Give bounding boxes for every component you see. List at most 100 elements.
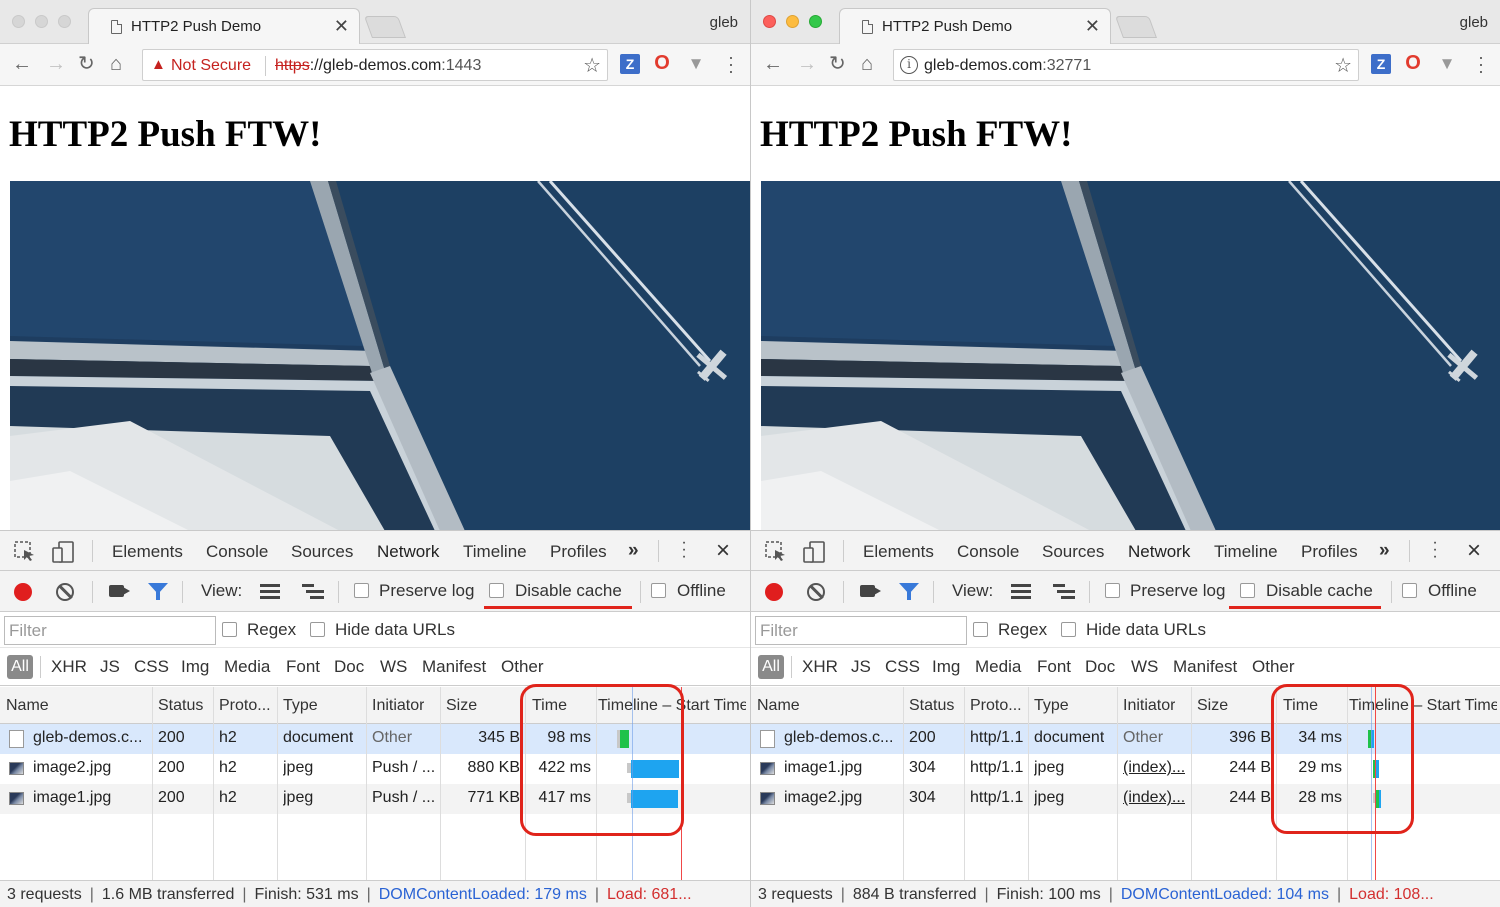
zotero-extension-icon[interactable]: Z (620, 54, 640, 74)
col-size[interactable]: Size (1197, 697, 1228, 715)
inspect-element-icon[interactable] (765, 541, 787, 561)
regex-label[interactable]: Regex (998, 620, 1047, 640)
type-other[interactable]: Other (501, 657, 544, 677)
back-icon[interactable]: ← (763, 53, 783, 75)
type-doc[interactable]: Doc (1085, 657, 1115, 677)
disable-cache-checkbox[interactable] (489, 583, 504, 598)
home-icon[interactable]: ⌂ (110, 53, 122, 75)
preserve-log-label[interactable]: Preserve log (1130, 581, 1225, 601)
close-window-button[interactable] (763, 15, 776, 28)
tab-profiles[interactable]: Profiles (1301, 542, 1358, 562)
bookmark-star-icon[interactable]: ☆ (1334, 53, 1352, 78)
col-protocol[interactable]: Proto... (970, 697, 1022, 715)
offline-checkbox[interactable] (1402, 583, 1417, 598)
device-toolbar-icon[interactable] (52, 541, 76, 563)
type-font[interactable]: Font (1037, 657, 1071, 677)
col-status[interactable]: Status (158, 697, 203, 715)
close-window-button[interactable] (12, 15, 25, 28)
type-all[interactable]: All (758, 655, 784, 679)
type-doc[interactable]: Doc (334, 657, 364, 677)
regex-label[interactable]: Regex (247, 620, 296, 640)
browser-tab[interactable]: HTTP2 Push Demo ✕ (88, 8, 360, 45)
reload-icon[interactable]: ↻ (78, 53, 95, 75)
filter-funnel-icon[interactable] (899, 583, 919, 600)
filter-funnel-icon[interactable] (148, 583, 168, 600)
tab-sources[interactable]: Sources (1042, 542, 1104, 562)
hide-data-urls-label[interactable]: Hide data URLs (1086, 620, 1206, 640)
overview-icon[interactable] (1053, 584, 1075, 599)
inspect-element-icon[interactable] (14, 541, 36, 561)
col-name[interactable]: Name (6, 697, 49, 715)
more-tabs-icon[interactable]: » (628, 540, 639, 562)
type-media[interactable]: Media (975, 657, 1021, 677)
col-size[interactable]: Size (446, 697, 477, 715)
devtools-menu-icon[interactable]: · · · (1432, 535, 1438, 565)
zoom-window-button[interactable] (58, 15, 71, 28)
minimize-window-button[interactable] (35, 15, 48, 28)
disable-cache-checkbox[interactable] (1240, 583, 1255, 598)
tab-profiles[interactable]: Profiles (550, 542, 607, 562)
tab-close-icon[interactable]: ✕ (334, 16, 349, 37)
disable-cache-label[interactable]: Disable cache (1266, 581, 1373, 601)
tab-sources[interactable]: Sources (291, 542, 353, 562)
col-protocol[interactable]: Proto... (219, 697, 271, 715)
disable-cache-label[interactable]: Disable cache (515, 581, 622, 601)
devtools-menu-icon[interactable]: · · · (681, 535, 687, 565)
offline-label[interactable]: Offline (677, 581, 726, 601)
tab-elements[interactable]: Elements (112, 542, 183, 562)
tab-elements[interactable]: Elements (863, 542, 934, 562)
profile-name[interactable]: gleb (710, 14, 738, 31)
hide-data-urls-checkbox[interactable] (310, 622, 325, 637)
type-other[interactable]: Other (1252, 657, 1295, 677)
vue-extension-icon[interactable]: ▼ (1437, 54, 1457, 74)
zotero-extension-icon[interactable]: Z (1371, 54, 1391, 74)
tab-console[interactable]: Console (206, 542, 268, 562)
type-js[interactable]: JS (100, 657, 120, 677)
close-devtools-icon[interactable]: × (1467, 537, 1481, 565)
bookmark-star-icon[interactable]: ☆ (583, 53, 601, 78)
col-initiator[interactable]: Initiator (372, 697, 424, 715)
opera-extension-icon[interactable]: O (1403, 53, 1423, 74)
forward-icon[interactable]: → (797, 53, 817, 75)
overview-icon[interactable] (302, 584, 324, 599)
tab-network[interactable]: Network (1117, 542, 1203, 573)
opera-extension-icon[interactable]: O (652, 53, 672, 74)
browser-menu-icon[interactable]: · · · (1478, 48, 1484, 80)
tab-timeline[interactable]: Timeline (1214, 542, 1278, 562)
offline-label[interactable]: Offline (1428, 581, 1477, 601)
tab-close-icon[interactable]: ✕ (1085, 16, 1100, 37)
type-ws[interactable]: WS (1131, 657, 1158, 677)
type-img[interactable]: Img (181, 657, 209, 677)
type-font[interactable]: Font (286, 657, 320, 677)
col-name[interactable]: Name (757, 697, 800, 715)
type-css[interactable]: CSS (134, 657, 169, 677)
offline-checkbox[interactable] (651, 583, 666, 598)
reload-icon[interactable]: ↻ (829, 53, 846, 75)
screenshot-camera-icon[interactable] (109, 585, 130, 597)
zoom-window-button[interactable] (809, 15, 822, 28)
type-all[interactable]: All (7, 655, 33, 679)
type-js[interactable]: JS (851, 657, 871, 677)
record-icon[interactable] (765, 583, 783, 601)
large-rows-icon[interactable] (1011, 584, 1031, 599)
regex-checkbox[interactable] (222, 622, 237, 637)
type-ws[interactable]: WS (380, 657, 407, 677)
preserve-log-label[interactable]: Preserve log (379, 581, 474, 601)
browser-tab[interactable]: HTTP2 Push Demo ✕ (839, 8, 1111, 45)
url-text[interactable]: gleb-demos.com:32771 (924, 57, 1091, 75)
url-text[interactable]: https://gleb-demos.com:1443 (275, 57, 481, 75)
new-tab-button[interactable] (1114, 16, 1158, 38)
hide-data-urls-checkbox[interactable] (1061, 622, 1076, 637)
profile-name[interactable]: gleb (1460, 14, 1488, 31)
security-label[interactable]: Not Secure (171, 57, 251, 75)
col-type[interactable]: Type (283, 697, 318, 715)
clear-icon[interactable] (807, 583, 825, 601)
filter-input[interactable]: Filter (755, 616, 967, 645)
address-bar[interactable]: ▲ Not Secure https://gleb-demos.com:1443… (142, 49, 608, 81)
col-type[interactable]: Type (1034, 697, 1069, 715)
close-devtools-icon[interactable]: × (716, 537, 730, 565)
info-icon[interactable]: i (900, 56, 918, 74)
regex-checkbox[interactable] (973, 622, 988, 637)
back-icon[interactable]: ← (12, 53, 32, 75)
type-media[interactable]: Media (224, 657, 270, 677)
